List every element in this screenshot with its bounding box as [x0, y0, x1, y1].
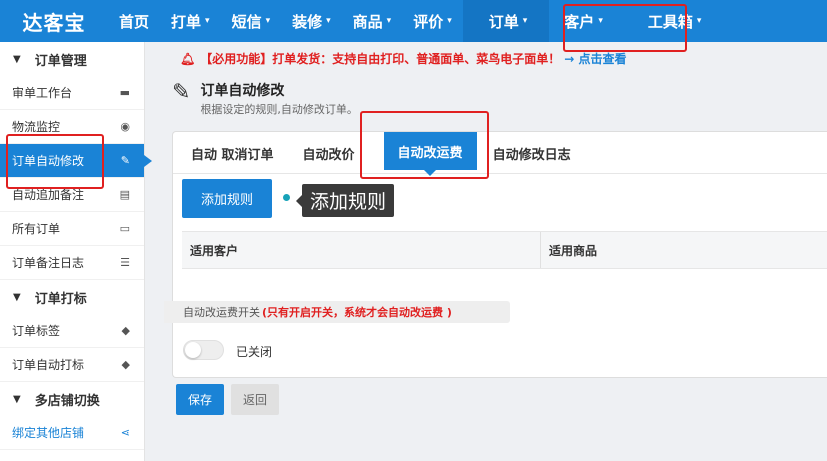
settings-card: 自动 取消订单 自动改价 自动改运费 自动修改日志 添加规则 添加规则 适用客户…: [164, 131, 827, 378]
switch-label: 自动改运费开关 (只有开启开关，系统才会自动改运费 ): [164, 301, 510, 323]
bell-icon: 🔔︎: [180, 51, 196, 66]
share-icon: ⋖: [120, 426, 130, 439]
edit-icon: ✎: [172, 80, 191, 105]
page-subtitle: 根据设定的规则,自动修改订单。: [200, 103, 358, 116]
toggle-state-text: 已关闭: [236, 345, 273, 359]
nav-item-review[interactable]: 评价 ▾: [402, 0, 463, 42]
nav-item-label: 订单: [488, 12, 519, 31]
back-button[interactable]: 返回: [231, 384, 279, 415]
logo[interactable]: 达客宝: [0, 0, 108, 42]
truck-icon: ▬: [119, 86, 130, 99]
sidebar-item-label: 绑定其他店铺: [12, 426, 85, 440]
chevron-down-icon: ▾: [447, 16, 452, 26]
list-icon: ▤: [119, 188, 130, 201]
notice-text: 【必用功能】打单发货：支持自由打印、普通面单、菜鸟电子面单！: [200, 52, 561, 66]
tab-auto-freight[interactable]: 自动改运费: [383, 132, 477, 176]
column-header-goods: 适用商品: [549, 243, 598, 258]
toggle-knob: [185, 342, 201, 358]
switch-label-text: 自动改运费开关: [183, 306, 260, 319]
sidebar-item-all-orders[interactable]: 所有订单 ▭: [0, 212, 144, 246]
nav-item-label: 工具箱: [647, 12, 693, 31]
save-button[interactable]: 保存: [176, 384, 224, 415]
sidebar-item-label: 订单自动修改: [12, 154, 85, 168]
sidebar-item-label: 订单自动打标: [12, 358, 85, 372]
sidebar-group-title: 多店铺切换: [34, 393, 100, 409]
nav-item-home[interactable]: 首页: [108, 0, 160, 42]
top-nav: 达客宝 首页 打单 ▾ 短信 ▾ 装修 ▾ 商品 ▾ 评价 ▾ 订单 ▾ 客户 ▾ 工具箱 ▾: [0, 0, 827, 42]
sidebar-item-auto-remark[interactable]: 自动追加备注 ▤: [0, 178, 144, 212]
sidebar-item-order-auto-modify[interactable]: 订单自动修改 ✎: [0, 144, 152, 178]
tab-bar: 自动 取消订单 自动改价 自动改运费 自动修改日志: [173, 132, 827, 176]
triangle-down-icon: ▼: [13, 53, 21, 65]
sidebar-item-label: 订单备注日志: [12, 256, 85, 270]
chevron-down-icon: ▾: [598, 16, 603, 26]
sidebar-item-label: 订单标签: [12, 324, 61, 338]
card-icon: ▭: [119, 222, 130, 235]
sidebar-item-review-workbench[interactable]: 审单工作台 ▬: [0, 76, 144, 110]
eye-icon: ◉: [120, 120, 130, 133]
nav-item-sms[interactable]: 短信 ▾: [221, 0, 282, 42]
nav-item-label: 装修: [292, 12, 323, 31]
sidebar-item-auto-tagging[interactable]: 订单自动打标 ◆: [0, 348, 144, 382]
tab-auto-cancel[interactable]: 自动 取消订单: [191, 133, 274, 173]
tab-auto-price[interactable]: 自动改价: [303, 133, 355, 173]
nav-item-customers[interactable]: 客户 ▾: [549, 0, 614, 42]
sidebar-item-label: 自动追加备注: [12, 188, 85, 202]
chevron-down-icon: ▾: [205, 16, 210, 26]
tab-auto-modify-log[interactable]: 自动修改日志: [493, 133, 571, 173]
nav-item-print[interactable]: 打单 ▾: [160, 0, 221, 42]
nav-item-label: 商品: [352, 12, 383, 31]
sidebar-item-order-tags[interactable]: 订单标签 ◆: [0, 314, 144, 348]
sidebar: ▼ 订单管理 审单工作台 ▬ 物流监控 ◉ 订单自动修改 ✎ 自动追加备注 ▤ 所有订单 ▭…: [0, 42, 152, 461]
sidebar-group-multi-shop[interactable]: ▼ 多店铺切换: [0, 382, 144, 416]
list-icon: ☰: [120, 256, 130, 269]
nav-item-toolbox[interactable]: 工具箱 ▾: [614, 0, 713, 42]
sidebar-group-order-tagging[interactable]: ▼ 订单打标: [0, 280, 144, 314]
add-rule-tooltip: 添加规则: [295, 184, 395, 217]
nav-item-label: 打单: [171, 12, 202, 31]
nav-item-label: 评价: [413, 12, 444, 31]
nav-item-label: 首页: [119, 12, 150, 31]
tooltip-dot: [283, 194, 290, 201]
sidebar-group-title: 订单管理: [34, 53, 87, 69]
notice-banner: 🔔︎ 【必用功能】打单发货：支持自由打印、普通面单、菜鸟电子面单！ → 点击查看: [180, 50, 626, 67]
sidebar-item-remark-log[interactable]: 订单备注日志 ☰: [0, 246, 144, 280]
edit-icon: ✎: [120, 154, 130, 167]
rules-table-header: 适用客户 适用商品: [182, 231, 827, 269]
triangle-down-icon: ▼: [13, 291, 21, 303]
notice-link[interactable]: → 点击查看: [564, 50, 626, 67]
nav-item-decorate[interactable]: 装修 ▾: [281, 0, 342, 42]
nav-item-label: 客户: [564, 12, 595, 31]
switch-warning: (只有开启开关，系统才会自动改运费 ): [262, 306, 452, 319]
chevron-down-icon: ▾: [326, 16, 331, 26]
sidebar-item-bind-shop[interactable]: 绑定其他店铺 ⋖: [0, 416, 144, 450]
auto-freight-toggle[interactable]: [183, 340, 224, 360]
sidebar-group-order-management[interactable]: ▼ 订单管理: [0, 42, 144, 76]
chevron-down-icon: ▾: [522, 16, 528, 26]
chevron-down-icon: ▾: [696, 16, 702, 26]
triangle-down-icon: ▼: [13, 393, 21, 405]
tag-icon: ◆: [121, 324, 130, 337]
chevron-down-icon: ▾: [386, 16, 392, 26]
nav-item-orders[interactable]: 订单 ▾: [462, 0, 550, 42]
nav-item-goods[interactable]: 商品 ▾: [342, 0, 403, 42]
sidebar-item-label: 审单工作台: [12, 86, 73, 100]
add-rule-button[interactable]: 添加规则: [182, 179, 272, 218]
page-header: ✎ 订单自动修改 根据设定的规则,自动修改订单。: [172, 80, 358, 117]
sidebar-group-title: 订单打标: [34, 291, 87, 307]
tag-icon: ◆: [121, 358, 130, 371]
sidebar-item-logistics-monitor[interactable]: 物流监控 ◉: [0, 110, 144, 144]
nav-item-label: 短信: [231, 12, 262, 31]
chevron-down-icon: ▾: [265, 16, 271, 26]
page-title: 订单自动修改: [200, 83, 285, 99]
column-header-customer: 适用客户: [182, 232, 541, 268]
sidebar-item-label: 物流监控: [12, 120, 61, 134]
sidebar-item-label: 所有订单: [12, 222, 61, 236]
